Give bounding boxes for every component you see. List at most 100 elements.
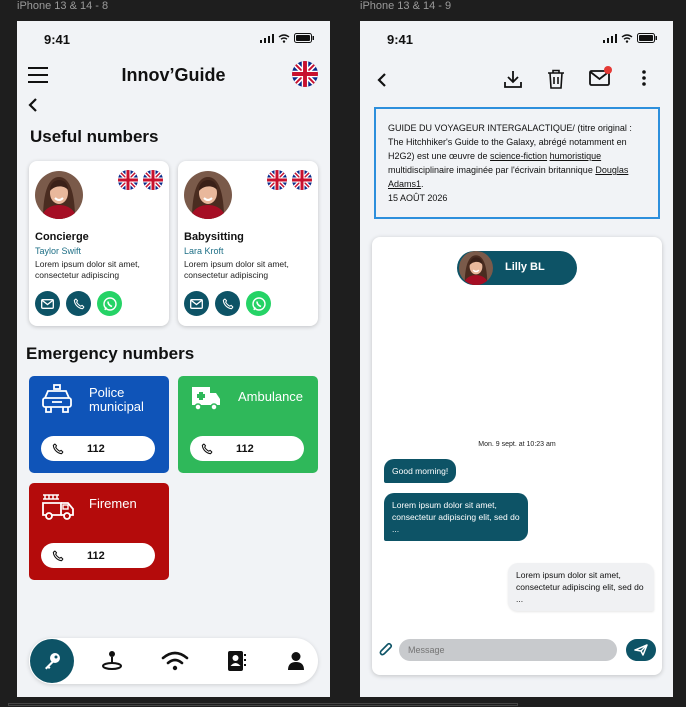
chat-user-name: Lilly BL (505, 261, 545, 273)
trash-icon[interactable] (547, 69, 565, 89)
ambulance-icon (192, 387, 220, 411)
attach-icon[interactable] (378, 642, 394, 658)
mail-icon (190, 298, 203, 309)
phone-icon (72, 297, 86, 311)
useful-numbers-title: Useful numbers (30, 127, 159, 146)
contacts-icon[interactable] (227, 650, 247, 672)
phone-button[interactable] (215, 291, 240, 316)
status-icons (260, 33, 314, 43)
chat-toolbar (360, 65, 673, 95)
message-input[interactable] (399, 639, 617, 661)
app-header: Innov’Guide (17, 61, 330, 91)
uk-flag-icon (267, 170, 287, 190)
phone-icon (51, 442, 65, 456)
fire-truck-icon (42, 494, 74, 520)
key-icon (45, 653, 60, 670)
info-text: . (421, 179, 424, 189)
emergency-card-ambulance[interactable]: Ambulance 112 (178, 376, 318, 473)
phone-icon (221, 297, 235, 311)
emergency-card-firemen[interactable]: Firemen 112 (29, 483, 169, 580)
info-link-science-fiction[interactable]: science-fiction (490, 151, 547, 161)
frame-label-right: iPhone 13 & 14 - 9 (360, 0, 452, 12)
contact-name: Lara Kroft (184, 246, 224, 256)
contact-card: Concierge Taylor Swift Lorem ipsum dolor… (29, 161, 169, 326)
info-link-humoristique[interactable]: humoristique (550, 151, 602, 161)
contact-role: Babysitting (184, 231, 244, 243)
location-icon[interactable] (101, 649, 123, 671)
user-icon[interactable] (287, 651, 305, 671)
contact-actions (184, 291, 271, 316)
status-time: 9:41 (44, 32, 71, 47)
status-time: 9:41 (387, 32, 414, 47)
whatsapp-button[interactable] (97, 291, 122, 316)
emergency-numbers-title: Emergency numbers (26, 344, 195, 363)
send-icon (634, 644, 648, 656)
avatar (459, 251, 493, 285)
nav-key-button[interactable] (30, 639, 74, 683)
phone-icon (200, 442, 214, 456)
uk-flag-icon[interactable] (292, 61, 318, 87)
whatsapp-icon (102, 296, 117, 311)
contact-actions (35, 291, 122, 316)
avatar (184, 171, 232, 219)
info-text: multidisciplinaire imaginée par l'écriva… (388, 165, 596, 175)
app-title: Innov’Guide (121, 65, 226, 85)
emergency-label: Firemen (89, 496, 137, 511)
canvas-selection-bar (8, 703, 518, 706)
language-flags (267, 170, 312, 190)
whatsapp-button[interactable] (246, 291, 271, 316)
emergency-phone-pill[interactable]: 112 (190, 436, 304, 461)
chat-user-chip[interactable]: Lilly BL (457, 251, 577, 285)
contact-description: Lorem ipsum dolor sit amet, consectetur … (184, 259, 289, 280)
battery-icon (294, 33, 314, 43)
battery-icon (637, 33, 657, 43)
wifi-icon[interactable] (161, 651, 189, 671)
status-bar: 9:41 (17, 21, 330, 57)
message-bubble-in: Lorem ipsum dolor sit amet, consectetur … (508, 563, 654, 611)
mail-button[interactable] (35, 291, 60, 316)
emergency-phone-pill[interactable]: 112 (41, 543, 155, 568)
mail-button[interactable] (184, 291, 209, 316)
signal-icon (603, 33, 617, 43)
info-date: 15 AOÛT 2026 (388, 193, 448, 203)
contact-card: Babysitting Lara Kroft Lorem ipsum dolor… (178, 161, 318, 326)
emergency-card-police[interactable]: Police municipal 112 (29, 376, 169, 473)
wifi-status-icon (621, 33, 633, 43)
emergency-number: 112 (87, 549, 105, 562)
message-bubble-out: Good morning! (384, 459, 457, 483)
emergency-label: Ambulance (238, 389, 304, 404)
emergency-label: Police municipal (89, 385, 144, 414)
back-arrow-icon[interactable] (27, 98, 39, 112)
send-button[interactable] (626, 639, 656, 661)
uk-flag-icon (143, 170, 163, 190)
message-bubble-out: Lorem ipsum dolor sit amet, consectetur … (384, 493, 528, 541)
download-icon[interactable] (503, 69, 523, 89)
emergency-phone-pill[interactable]: 112 (41, 436, 155, 461)
guide-screen: 9:41 Innov’Guide Useful numbers Concierg… (17, 21, 330, 697)
uk-flag-icon (118, 170, 138, 190)
whatsapp-icon (251, 296, 266, 311)
notification-mail-icon[interactable] (589, 65, 613, 87)
back-arrow-icon[interactable] (377, 73, 387, 87)
frame-label-left: iPhone 13 & 14 - 8 (17, 0, 109, 12)
status-bar: 9:41 (360, 21, 673, 57)
contact-description: Lorem ipsum dolor sit amet, consectetur … (35, 259, 140, 280)
contact-name: Taylor Swift (35, 246, 82, 256)
guide-info-box: GUIDE DU VOYAGEUR INTERGALACTIQUE/ (titr… (374, 107, 660, 219)
message-bar (378, 639, 656, 663)
emergency-number: 112 (87, 442, 105, 455)
wifi-status-icon (278, 33, 290, 43)
chat-date: Mon. 9 sept. at 10:23 am (478, 441, 556, 448)
chat-panel: Lilly BL Mon. 9 sept. at 10:23 am Good m… (372, 237, 662, 675)
phone-button[interactable] (66, 291, 91, 316)
police-car-icon (42, 384, 72, 413)
uk-flag-icon (292, 170, 312, 190)
emergency-number: 112 (236, 442, 254, 455)
more-icon[interactable] (641, 69, 647, 87)
chat-screen: 9:41 GUIDE DU VOYAGEUR INTERGALACTIQUE/ … (360, 21, 673, 697)
contact-role: Concierge (35, 231, 89, 243)
avatar (35, 171, 83, 219)
language-flags (118, 170, 163, 190)
phone-icon (51, 549, 65, 563)
status-icons (603, 33, 657, 43)
